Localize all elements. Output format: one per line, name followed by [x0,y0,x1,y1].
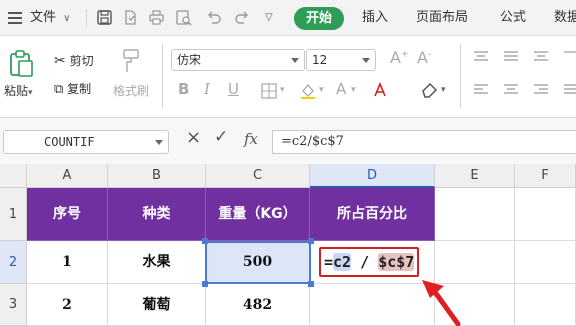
cell-a3[interactable]: 2 [27,284,108,326]
chevron-down-icon [362,58,370,63]
ribbon: 粘贴▾ ✂ 剪切 ⧉ 复制 格式刷 仿宋 12 A+ A- B I U ▾ ▾ … [0,36,576,118]
formula-separator: / [351,253,379,271]
formula-ref-c2: c2 [333,253,352,271]
format-painter-icon[interactable] [121,48,143,74]
cell-b1[interactable]: 种类 [108,188,206,241]
cell-f3[interactable] [515,284,576,326]
name-box[interactable]: COUNTIF [3,130,169,154]
cell-c1[interactable]: 重量（KG） [206,188,310,241]
borders-icon[interactable] [260,82,278,100]
cell-a2[interactable]: 1 [27,241,108,284]
row-header-1[interactable]: 1 [0,188,27,241]
chevron-down-icon[interactable]: ▾ [351,85,356,95]
format-painter-label[interactable]: 格式刷 [113,82,149,99]
cell-e1[interactable] [435,188,515,241]
file-menu-label: 文件 [30,10,57,25]
column-header-b[interactable]: B [108,164,206,188]
customize-toolbar-icon[interactable]: ▽ [265,0,273,36]
paste-button[interactable]: 粘贴▾ [4,82,33,99]
decrease-font-icon[interactable]: A- [417,48,431,67]
annotation-arrow-icon [422,280,461,326]
divider [86,9,87,27]
redo-icon[interactable] [234,9,251,26]
column-header-d[interactable]: D [310,164,435,188]
paste-icon[interactable] [8,50,34,78]
alignment-icons [474,51,576,94]
scissors-icon: ✂ [54,53,66,69]
undo-icon[interactable] [205,9,222,26]
chevron-down-icon[interactable]: ▾ [441,85,446,95]
cell-f2[interactable] [515,241,576,284]
chevron-down-icon[interactable]: ▾ [280,85,285,95]
spreadsheet-grid: A B C D E F 1 2 3 序号 种类 重量（KG） 所占百分比 1 水… [0,164,576,326]
underline-button[interactable]: U [228,80,239,98]
menu-bar: 文件 ∨ ▽ 开始 插入 页面布局 公式 数据 [0,0,576,36]
copy-icon: ⧉ [54,82,64,97]
resize-handle[interactable] [202,238,208,244]
tab-formulas[interactable]: 公式 [500,0,526,36]
chevron-down-icon[interactable]: ▾ [319,85,324,95]
copy-button[interactable]: ⧉ 复制 [54,80,91,97]
name-box-value: COUNTIF [44,135,95,149]
cell-b3[interactable]: 葡萄 [108,284,206,326]
row-header-2[interactable]: 2 [0,241,27,284]
tab-page-layout[interactable]: 页面布局 [416,0,468,36]
cut-button[interactable]: ✂ 剪切 [54,52,94,69]
tab-data[interactable]: 数据 [554,0,576,36]
select-all-corner[interactable] [0,164,27,188]
cell-b2[interactable]: 水果 [108,241,206,284]
file-menu[interactable]: 文件 ∨ [30,0,70,36]
column-header-e[interactable]: E [435,164,515,188]
tab-insert[interactable]: 插入 [362,0,388,36]
divider [162,44,163,108]
confirm-icon[interactable]: ✓ [214,127,228,147]
cell-a1[interactable]: 序号 [27,188,108,241]
row-header-3[interactable]: 3 [0,284,27,326]
chevron-down-icon: ▾ [28,88,33,98]
italic-button[interactable]: I [204,80,210,98]
tab-home[interactable]: 开始 [294,7,344,30]
font-color-icon[interactable] [370,82,390,100]
column-header-a[interactable]: A [27,164,108,188]
divider [460,44,461,108]
resize-handle[interactable] [308,238,314,244]
resize-handle[interactable] [308,281,314,287]
cut-label: 剪切 [69,54,94,68]
cell-d1[interactable]: 所占百分比 [310,188,435,241]
cell-c3[interactable]: 482 [206,284,310,326]
cancel-icon[interactable]: × [186,127,201,148]
formula-ref-c7: $c$7 [378,253,415,271]
cell-d2-formula[interactable]: =c2 / $c$7 [324,253,415,271]
cell-f1[interactable] [515,188,576,241]
clear-format-icon[interactable] [419,81,439,99]
column-header-f[interactable]: F [515,164,576,188]
copy-label: 复制 [67,82,92,96]
column-header-c[interactable]: C [206,164,310,188]
save-icon[interactable] [96,9,113,26]
font-name-value: 仿宋 [177,53,202,67]
export-pdf-icon[interactable] [122,9,139,26]
reference-highlight [205,241,311,284]
formula-equals: = [324,253,334,271]
main-menu-icon[interactable] [8,12,22,24]
insert-function-icon[interactable]: fx [244,130,258,148]
increase-font-icon[interactable]: A+ [390,48,409,67]
bold-button[interactable]: B [178,80,189,98]
chevron-down-icon [155,140,163,145]
formula-bar: COUNTIF =c2/$c$7 [0,118,576,164]
font-name-select[interactable]: 仿宋 [171,49,305,71]
font-color-icon[interactable]: A [336,80,346,98]
fill-color-icon[interactable] [299,82,317,100]
print-icon[interactable] [148,9,165,26]
font-size-value: 12 [312,53,328,67]
print-preview-icon[interactable] [175,9,192,26]
chevron-down-icon: ∨ [63,13,71,24]
paste-label: 粘贴 [4,84,29,98]
font-size-select[interactable]: 12 [306,49,376,71]
resize-handle[interactable] [202,281,208,287]
chevron-down-icon [291,58,299,63]
formula-input[interactable]: =c2/$c$7 [272,130,576,154]
